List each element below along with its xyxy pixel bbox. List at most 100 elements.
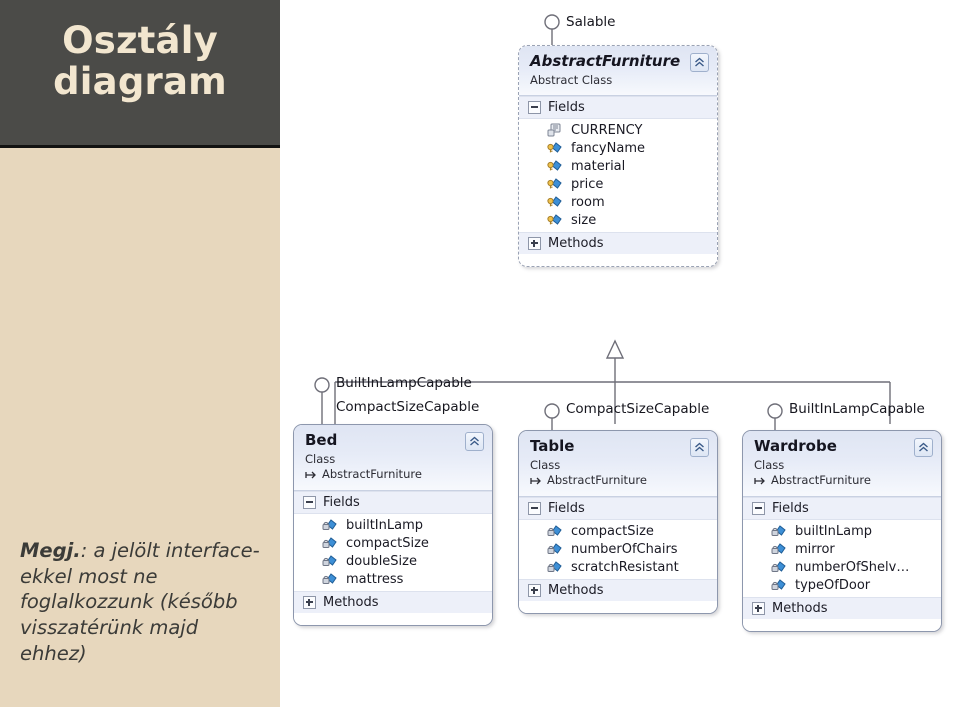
minus-icon[interactable] [303, 496, 316, 510]
private-field-icon [771, 560, 787, 574]
class-box-abstract-furniture[interactable]: AbstractFurniture Abstract Class Fields … [518, 45, 718, 268]
class-box-table[interactable]: Table Class AbstractFurniture Fields com… [518, 430, 718, 615]
class-footer [294, 613, 492, 626]
section-label: Fields [323, 495, 360, 511]
field-row[interactable]: numberOfChairs [519, 540, 717, 558]
field-row[interactable]: price [519, 175, 717, 193]
class-base: AbstractFurniture [754, 473, 931, 487]
class-kind: Class [754, 457, 785, 472]
field-name: typeOfDoor [795, 577, 871, 593]
class-kind: Abstract Class [530, 72, 613, 87]
field-row[interactable]: scratchResistant [519, 558, 717, 576]
inheritance-arrow-icon [530, 477, 541, 485]
field-row[interactable]: typeOfDoor [743, 576, 941, 594]
class-box-wardrobe[interactable]: Wardrobe Class AbstractFurniture Fields [742, 430, 942, 633]
field-row[interactable]: material [519, 157, 717, 175]
field-row[interactable]: numberOfShelv… [743, 558, 941, 576]
plus-icon[interactable] [752, 602, 765, 616]
chevron-up-glyph [695, 442, 704, 452]
plus-icon[interactable] [528, 237, 541, 251]
interface-label-table-1: CompactSizeCapable [566, 401, 710, 417]
section-methods[interactable]: Methods [743, 597, 941, 620]
private-field-icon [547, 542, 563, 556]
chevron-up-icon[interactable] [465, 432, 484, 451]
private-field-icon [322, 554, 338, 568]
section-methods[interactable]: Methods [519, 232, 717, 255]
inheritance-arrow-icon [305, 471, 316, 479]
chevron-up-icon[interactable] [690, 438, 709, 457]
field-name: numberOfChairs [571, 541, 678, 557]
field-row[interactable]: builtInLamp [743, 522, 941, 540]
class-name: Bed [305, 431, 338, 449]
field-name: mattress [346, 571, 404, 587]
field-row[interactable]: builtInLamp [294, 516, 492, 534]
field-name: size [571, 212, 597, 228]
plus-icon[interactable] [303, 596, 316, 610]
class-base: AbstractFurniture [530, 473, 707, 488]
field-row[interactable]: compactSize [294, 534, 492, 552]
field-row[interactable]: mirror [743, 540, 941, 558]
class-footer [519, 254, 717, 267]
section-label: Methods [548, 236, 604, 252]
lollipop-bed [314, 377, 330, 393]
chevron-up-icon[interactable] [690, 53, 709, 72]
section-fields[interactable]: Fields [743, 497, 941, 521]
section-methods[interactable]: Methods [519, 579, 717, 602]
private-field-icon [547, 524, 563, 538]
minus-icon[interactable] [752, 502, 765, 516]
field-row[interactable]: doubleSize [294, 552, 492, 570]
chevron-up-glyph [470, 436, 479, 446]
class-header: Wardrobe Class AbstractFurniture [743, 431, 941, 498]
field-name: material [571, 158, 626, 174]
field-name: scratchResistant [571, 559, 679, 575]
note-text: Megj.: a jelölt interface-ekkel most ne … [20, 538, 270, 667]
class-diagram-canvas[interactable]: Salable BuiltInLampCapable CompactSizeCa… [280, 0, 960, 707]
protected-field-icon [547, 177, 563, 191]
class-box-bed[interactable]: Bed Class AbstractFurniture Fields built… [293, 424, 493, 627]
field-list: builtInLamp compactSize doubleSize mattr… [294, 514, 492, 592]
protected-field-icon [547, 141, 563, 155]
class-header: AbstractFurniture Abstract Class [519, 46, 717, 97]
protected-field-icon [547, 213, 563, 227]
field-row[interactable]: mattress [294, 570, 492, 588]
lollipop-table [544, 403, 560, 419]
lollipop-salable [544, 14, 560, 30]
field-row[interactable]: compactSize [519, 522, 717, 540]
class-footer [519, 601, 717, 614]
field-name: doubleSize [346, 553, 417, 569]
chevron-up-icon[interactable] [914, 438, 933, 457]
field-row[interactable]: room [519, 193, 717, 211]
private-field-icon [322, 572, 338, 586]
slide-sidebar: Osztály diagram Megj.: a jelölt interfac… [0, 0, 280, 707]
minus-icon[interactable] [528, 101, 541, 115]
minus-icon[interactable] [528, 502, 541, 516]
class-base: AbstractFurniture [305, 467, 482, 481]
class-footer [743, 619, 941, 632]
field-name: price [571, 176, 604, 192]
field-name: room [571, 194, 605, 210]
class-kind: Class [305, 451, 336, 466]
field-list: CURRENCY fancyName material price room s… [519, 119, 717, 233]
field-row[interactable]: CURRENCY [519, 121, 717, 139]
section-methods[interactable]: Methods [294, 591, 492, 614]
field-name: builtInLamp [346, 517, 424, 533]
field-name: numberOfShelv… [795, 559, 910, 575]
base-class-name: AbstractFurniture [547, 473, 647, 488]
section-label: Fields [548, 100, 585, 116]
page-title: Osztály diagram [53, 19, 227, 104]
field-list: builtInLamp mirror numberOfShelv… typeOf… [743, 520, 941, 598]
section-fields[interactable]: Fields [519, 96, 717, 120]
field-row[interactable]: size [519, 211, 717, 229]
section-fields[interactable]: Fields [519, 497, 717, 521]
section-label: Methods [548, 583, 604, 599]
private-field-icon [322, 518, 338, 532]
private-field-icon [771, 542, 787, 556]
field-row[interactable]: fancyName [519, 139, 717, 157]
private-field-icon [771, 524, 787, 538]
plus-icon[interactable] [528, 584, 541, 598]
interface-label-wardrobe-1: BuiltInLampCapable [789, 401, 925, 417]
lollipop-wardrobe [767, 403, 783, 419]
field-list: compactSize numberOfChairs scratchResist… [519, 520, 717, 580]
generalization-arrow [605, 339, 625, 359]
section-fields[interactable]: Fields [294, 491, 492, 515]
